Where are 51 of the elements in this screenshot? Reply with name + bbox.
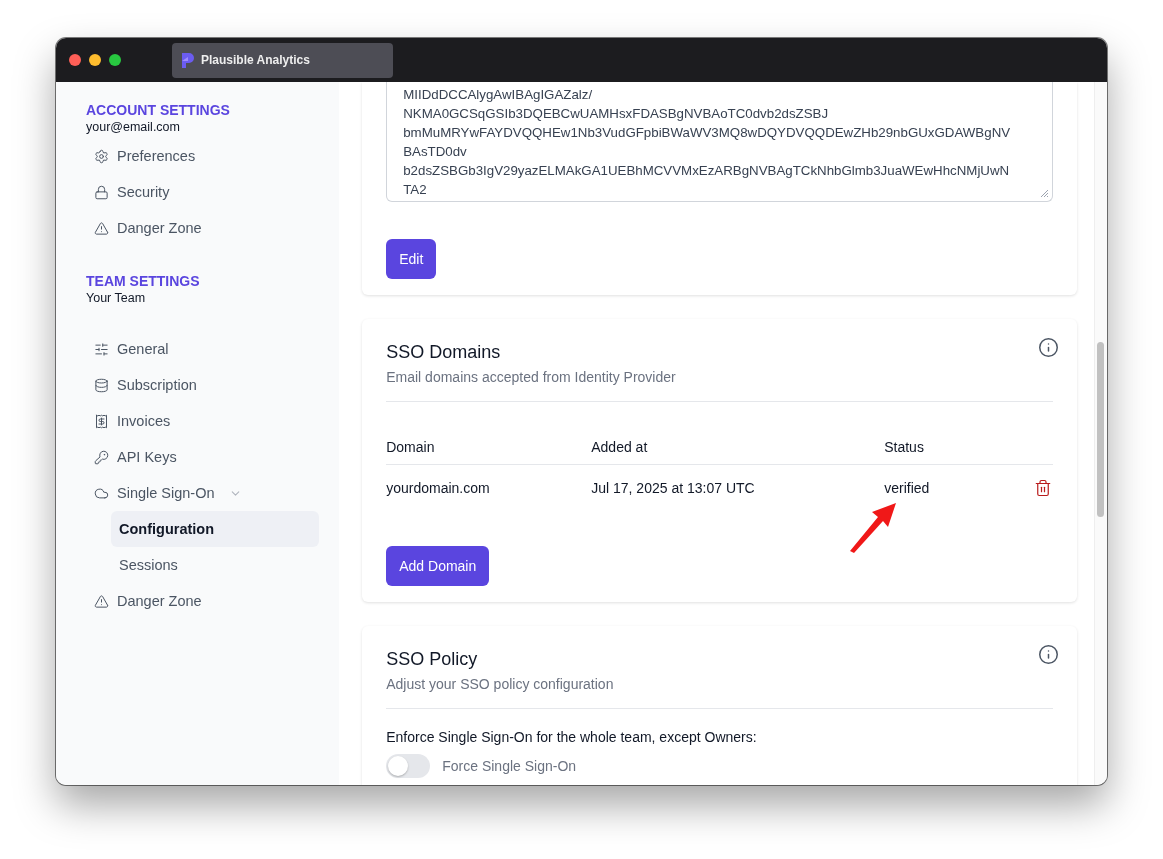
column-header: Status [884, 430, 1024, 465]
card-title: SSO Policy [386, 648, 479, 670]
table-cell-text: verified [884, 479, 931, 498]
sidebar-item[interactable]: API Keys [86, 439, 319, 475]
section-subtitle: your@email.com [86, 119, 181, 136]
warning-icon [94, 220, 109, 236]
column-header: Domain [386, 430, 592, 465]
sliders-icon [94, 341, 109, 357]
table-cell-text: yourdomain.com [386, 479, 491, 498]
add-domain-button[interactable]: Add Domain [386, 546, 490, 586]
card-subtitle: Adjust your SSO policy configuration [386, 676, 614, 692]
setting-label: Enforce Single Sign-On for the whole team, except Owners: [386, 729, 758, 745]
cloud-icon [94, 485, 109, 501]
section-subtitle: Your Team [86, 290, 147, 307]
logo-icon [180, 51, 195, 69]
database-icon [94, 377, 109, 393]
sidebar-item[interactable]: Danger Zone [86, 583, 319, 619]
minimize-button[interactable] [89, 54, 101, 66]
delete-icon[interactable] [1034, 479, 1053, 497]
sidebar-subitem[interactable]: Sessions [111, 547, 319, 583]
edit-button[interactable]: Edit [386, 239, 437, 279]
section-heading: TEAM SETTINGS [86, 272, 201, 290]
sidebar-item[interactable]: General [86, 331, 319, 367]
key-icon [94, 449, 109, 465]
section-heading: ACCOUNT SETTINGS [86, 101, 231, 119]
close-button[interactable] [69, 54, 81, 66]
sidebar-subitem[interactable]: Configuration [111, 511, 319, 547]
toggle-label: Force Single Sign-On [442, 758, 577, 774]
lock-icon [94, 184, 109, 200]
card-title: SSO Domains [386, 341, 502, 363]
card-subtitle: Email domains accepted from Identity Provider [386, 369, 676, 385]
sidebar-item[interactable]: Danger Zone [86, 210, 319, 246]
receipt-icon [94, 413, 109, 429]
certificate-field[interactable]: MIIDdDCCAlygAwIBAgIGAZalz/ NKMA0GCSqGSIb3DQEBCwUAMHsxFDASBgNVBAoTC0dvb2dsZSBJ bmMuMRYwFAYDVQQHEw1Nb3VudGFpbiBWaWV3MQ8wDQYDVQQDEwZHb29nbGUxGDAWBgNV BAsTD0dv b2dsZSBGb3IgV29yazELMAkGA1UEBhMCVVMxEzARBgNVBAgTCkNhbGlmb3JuaWEwHhcNMjUwN TA2 [386, 82, 1054, 202]
table-cell-text: Jul 17, 2025 at 13:07 UTC [591, 479, 756, 498]
scrollbar[interactable] [1094, 82, 1107, 785]
warning-icon [94, 593, 109, 609]
sidebar-item[interactable]: Invoices [86, 403, 319, 439]
maximize-button[interactable] [109, 54, 121, 66]
sidebar-item[interactable]: Security [86, 174, 319, 210]
sidebar-item[interactable]: Single Sign-On [86, 475, 319, 511]
sidebar-item[interactable]: Preferences [86, 138, 319, 174]
sidebar-item[interactable]: Subscription [86, 367, 319, 403]
info-icon[interactable] [1038, 337, 1060, 358]
browser-tab[interactable]: Plausible Analytics [172, 42, 393, 78]
info-icon[interactable] [1038, 644, 1060, 665]
resize-grip-icon [1039, 188, 1050, 198]
column-header: Added at [591, 430, 885, 465]
toggle-switch[interactable] [386, 754, 431, 778]
settings-icon [94, 148, 109, 164]
annotation-arrow [848, 501, 899, 553]
